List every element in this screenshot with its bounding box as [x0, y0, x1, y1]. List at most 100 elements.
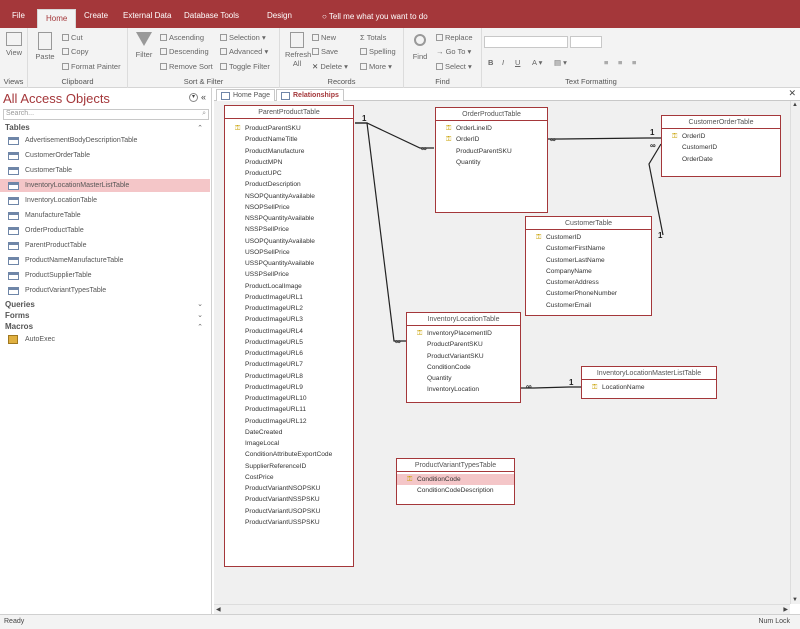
field-row[interactable]: ProductVariantNSOPSKU	[225, 483, 353, 494]
field-row[interactable]: ⚿ InventoryPlacementID	[407, 328, 520, 339]
horizontal-scrollbar[interactable]: ◀ ▶	[214, 604, 790, 614]
delete-record-button[interactable]: ✕ Delete ▾	[312, 62, 348, 71]
field-row[interactable]: NSOPQuantityAvailable	[225, 191, 353, 202]
field-row[interactable]: ⚿ CustomerID	[526, 232, 651, 243]
nav-table-item[interactable]: ProductVariantTypesTable	[0, 284, 210, 297]
field-row[interactable]: ProductDescription	[225, 179, 353, 190]
field-row[interactable]: ProductImageURL1	[225, 292, 353, 303]
field-row[interactable]: ProductImageURL6	[225, 348, 353, 359]
nav-collapse-icon[interactable]: «	[201, 92, 206, 102]
format-painter-button[interactable]: Format Painter	[62, 62, 121, 71]
chevron-up-icon[interactable]: ⌃	[197, 323, 203, 331]
field-row[interactable]: NSOPSellPrice	[225, 202, 353, 213]
field-row[interactable]: ProductParentSKU	[407, 339, 520, 350]
bold-button[interactable]: B	[488, 58, 493, 67]
nav-table-item[interactable]: CustomerOrderTable	[0, 149, 210, 162]
tab-external-data[interactable]: External Data	[123, 11, 171, 20]
section-macros[interactable]: Macros	[5, 322, 33, 331]
field-row[interactable]: ConditionAttributeExportCode	[225, 449, 353, 460]
table-title[interactable]: ParentProductTable	[225, 106, 353, 119]
field-row[interactable]: InventoryLocation	[407, 384, 520, 395]
vertical-scrollbar[interactable]: ▲ ▼	[790, 101, 800, 604]
copy-button[interactable]: Copy	[62, 47, 89, 56]
chevron-down-icon[interactable]: ⌄	[197, 311, 203, 319]
field-row[interactable]: NSSPSellPrice	[225, 224, 353, 235]
table-productvarianttypes[interactable]: ProductVariantTypesTable ⚿ ConditionCode Co…	[396, 458, 515, 505]
field-row[interactable]: ProductImageURL4	[225, 326, 353, 337]
field-row[interactable]: ProductImageURL11	[225, 404, 353, 415]
nav-table-item[interactable]: ManufactureTable	[0, 209, 210, 222]
field-row[interactable]: USSPQuantityAvailable	[225, 258, 353, 269]
align-center-button[interactable]: ≡	[618, 58, 622, 67]
nav-table-item[interactable]: OrderProductTable	[0, 224, 210, 237]
more-button[interactable]: More ▾	[360, 62, 392, 71]
save-record-button[interactable]: Save	[312, 47, 338, 56]
field-row[interactable]: ProductImageURL8	[225, 371, 353, 382]
field-row[interactable]: NSSPQuantityAvailable	[225, 213, 353, 224]
field-row[interactable]: ⚿ OrderID	[662, 131, 780, 142]
nav-table-item[interactable]: InventoryLocationTable	[0, 194, 210, 207]
field-row[interactable]: ProductImageURL3	[225, 314, 353, 325]
tab-file[interactable]: File	[12, 11, 25, 20]
ascending-button[interactable]: Ascending	[160, 33, 204, 42]
field-row[interactable]: ProductNameTitle	[225, 134, 353, 145]
field-row[interactable]: SupplierReferenceID	[225, 461, 353, 472]
tab-relationships[interactable]: Relationships	[276, 89, 344, 101]
field-row[interactable]: CustomerLastName	[526, 255, 651, 266]
table-title[interactable]: ProductVariantTypesTable	[397, 459, 514, 472]
nav-table-item[interactable]: AdvertisementBodyDescriptionTable	[0, 134, 210, 147]
font-size-select[interactable]	[570, 36, 602, 48]
field-row[interactable]: ProductImageURL9	[225, 382, 353, 393]
scroll-right-icon[interactable]: ▶	[783, 606, 788, 613]
field-row[interactable]: ProductImageURL7	[225, 359, 353, 370]
field-row[interactable]: DateCreated	[225, 427, 353, 438]
table-inventorylocation[interactable]: InventoryLocationTable ⚿ InventoryPlacemen…	[406, 312, 521, 403]
nav-title[interactable]: All Access Objects	[3, 91, 110, 106]
field-row[interactable]: ProductManufacture	[225, 146, 353, 157]
align-left-button[interactable]: ≡	[604, 58, 608, 67]
field-row[interactable]: ProductVariantUSSPSKU	[225, 517, 353, 528]
field-row[interactable]: ⚿ OrderLineID	[436, 123, 547, 134]
field-row[interactable]: ⚿ ConditionCode	[397, 474, 514, 486]
table-title[interactable]: CustomerOrderTable	[662, 116, 780, 129]
field-row[interactable]: ProductParentSKU	[436, 146, 547, 157]
field-row[interactable]: USOPSellPrice	[225, 247, 353, 258]
field-row[interactable]: ProductImageURL12	[225, 416, 353, 427]
tell-me-box[interactable]: ○ Tell me what you want to do	[322, 12, 428, 21]
replace-button[interactable]: Replace	[436, 33, 473, 42]
field-row[interactable]: OrderDate	[662, 154, 780, 165]
field-row[interactable]: ConditionCodeDescription	[397, 485, 514, 496]
scroll-down-icon[interactable]: ▼	[792, 597, 798, 603]
section-forms[interactable]: Forms	[5, 311, 29, 320]
field-row[interactable]: CustomerPhoneNumber	[526, 288, 651, 299]
table-orderproduct[interactable]: OrderProductTable ⚿ OrderLineID ⚿ OrderID Pro…	[435, 107, 548, 213]
tab-home[interactable]: Home	[37, 9, 77, 28]
select-button[interactable]: Select ▾	[436, 62, 472, 71]
tab-home-page[interactable]: Home Page	[216, 89, 275, 101]
field-row[interactable]: CustomerAddress	[526, 277, 651, 288]
nav-table-item[interactable]: InventoryLocationMasterListTable	[0, 179, 210, 192]
table-inventorymasterlist[interactable]: InventoryLocationMasterListTable ⚿ Locatio…	[581, 366, 717, 399]
field-row[interactable]: CustomerFirstName	[526, 243, 651, 254]
field-row[interactable]: ProductLocalImage	[225, 281, 353, 292]
scroll-left-icon[interactable]: ◀	[216, 606, 221, 613]
field-row[interactable]: ⚿ LocationName	[582, 382, 716, 393]
selection-button[interactable]: Selection ▾	[220, 33, 266, 42]
macro-autoexec[interactable]: AutoExec	[0, 333, 210, 346]
nav-menu-icon[interactable]: ▾	[189, 93, 198, 102]
field-row[interactable]: USSPSellPrice	[225, 269, 353, 280]
table-parentproduct[interactable]: ParentProductTable ⚿ ProductParentSKU Produ…	[224, 105, 354, 567]
field-row[interactable]: ProductMPN	[225, 157, 353, 168]
highlight-button[interactable]: ▤ ▾	[554, 58, 567, 67]
field-row[interactable]: ProductVariantNSSPSKU	[225, 494, 353, 505]
field-row[interactable]: ProductUPC	[225, 168, 353, 179]
field-row[interactable]: ⚿ OrderID	[436, 134, 547, 145]
find-button[interactable]: Find	[408, 32, 432, 61]
filter-button[interactable]: Filter	[134, 32, 154, 59]
underline-button[interactable]: U	[515, 58, 520, 67]
tab-design[interactable]: Design	[267, 11, 292, 20]
remove-sort-button[interactable]: Remove Sort	[160, 62, 213, 71]
field-row[interactable]: ProductImageURL10	[225, 393, 353, 404]
descending-button[interactable]: Descending	[160, 47, 209, 56]
field-row[interactable]: ProductImageURL2	[225, 303, 353, 314]
